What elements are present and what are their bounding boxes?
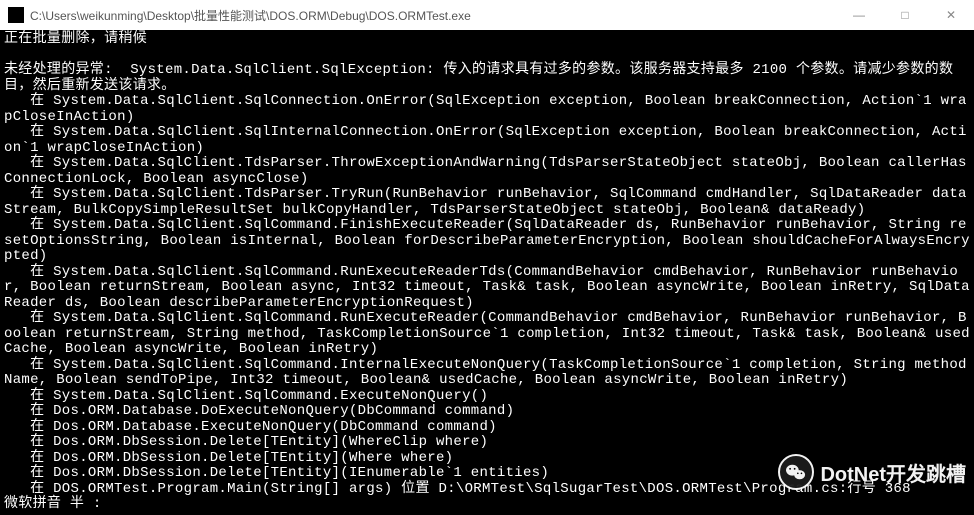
minimize-button[interactable]: — <box>836 0 882 30</box>
maximize-button[interactable]: □ <box>882 0 928 30</box>
window-title: C:\Users\weikunming\Desktop\批量性能测试\DOS.O… <box>30 7 836 24</box>
window-controls: — □ ✕ <box>836 0 974 30</box>
watermark: DotNet开发跳槽 <box>778 454 966 490</box>
app-icon <box>8 7 24 23</box>
console-output: 正在批量删除，请稍候 未经处理的异常: System.Data.SqlClien… <box>0 30 974 515</box>
close-button[interactable]: ✕ <box>928 0 974 30</box>
watermark-text: DotNet开发跳槽 <box>820 458 966 487</box>
titlebar: C:\Users\weikunming\Desktop\批量性能测试\DOS.O… <box>0 0 974 30</box>
wechat-icon <box>778 454 814 490</box>
